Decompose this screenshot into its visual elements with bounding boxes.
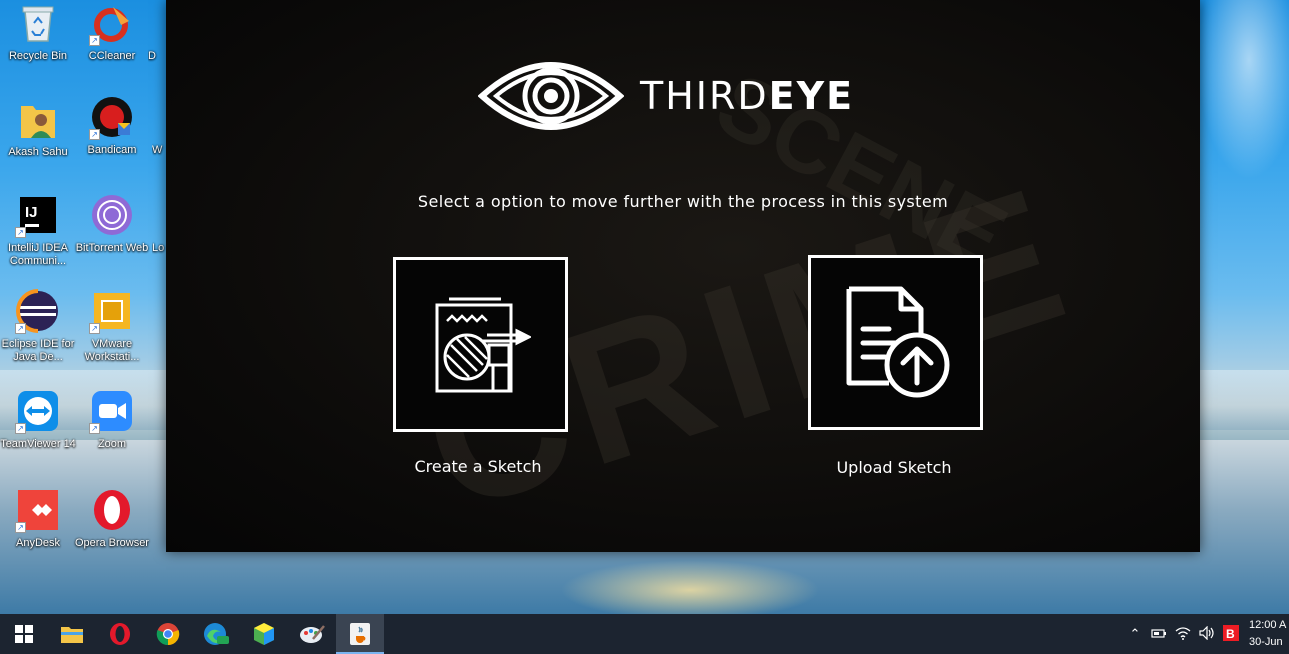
- taskbar-opera[interactable]: [96, 614, 144, 654]
- clock-date: 30-Jun: [1249, 636, 1283, 648]
- app-icon: [152, 94, 166, 144]
- document-upload-icon: [846, 286, 949, 397]
- taskbar-edge[interactable]: [192, 614, 240, 654]
- anydesk-icon: ↗: [15, 487, 61, 533]
- desktop-icon-w[interactable]: W: [152, 94, 166, 157]
- desktop-icon-label: D: [148, 50, 156, 62]
- desktop-icon-label: TeamViewer 14: [0, 438, 76, 450]
- instruction-text: Select a option to move further with the…: [417, 192, 949, 211]
- app-brand-name: THIRDEYE: [640, 74, 854, 118]
- java-app-icon: [350, 623, 370, 645]
- teamviewer-icon: ↗: [15, 388, 61, 434]
- upload-sketch-label[interactable]: Upload Sketch: [794, 458, 994, 477]
- desktop-icon-bandicam[interactable]: ↗ Bandicam: [74, 94, 150, 157]
- opera-icon: [89, 487, 135, 533]
- chrome-icon: [156, 623, 180, 646]
- desktop-icon-label: IntelliJ IDEA Communi...: [8, 242, 68, 267]
- desktop-wallpaper-glow: [560, 560, 820, 620]
- create-sketch-button[interactable]: [393, 257, 568, 432]
- taskbar: ⌃ B 12:00 A 30-Jun: [0, 614, 1289, 654]
- desktop-icon-label: W: [152, 144, 163, 156]
- brand-light-text: THIRD: [640, 74, 769, 118]
- taskbar-file-explorer[interactable]: [48, 614, 96, 654]
- desktop-wallpaper-clouds: [1189, 0, 1289, 200]
- taskbar-app-cube[interactable]: [240, 614, 288, 654]
- folder-icon: [148, 0, 166, 50]
- opera-icon: [110, 623, 130, 645]
- desktop-icon-label: BitTorrent Web: [75, 242, 149, 254]
- desktop-icon-vmware[interactable]: ↗ VMware Workstati...: [74, 288, 150, 364]
- svg-text:B: B: [1226, 627, 1235, 641]
- user-folder-icon: [15, 96, 61, 142]
- svg-text:IJ: IJ: [25, 204, 38, 221]
- thirdeye-app-window: CRIME SCENE THIRDEYE Select a option to …: [166, 0, 1200, 552]
- app-icon: [152, 192, 166, 242]
- eye-logo-icon: [478, 62, 624, 130]
- desktop-icon-zoom[interactable]: ↗ Zoom: [74, 388, 150, 451]
- bitdefender-icon[interactable]: B: [1219, 624, 1243, 645]
- start-icon: [15, 625, 33, 643]
- eclipse-icon: ↗: [15, 288, 61, 334]
- file-explorer-icon: [61, 627, 83, 643]
- battery-icon[interactable]: [1147, 627, 1171, 642]
- desktop-icon-d[interactable]: D: [148, 0, 166, 63]
- start-button[interactable]: [0, 614, 48, 654]
- taskbar-chrome[interactable]: [144, 614, 192, 654]
- volume-icon[interactable]: [1195, 625, 1219, 643]
- desktop-icon-label: Akash Sahu: [8, 146, 68, 158]
- taskbar-paint[interactable]: [288, 614, 336, 654]
- desktop-icon-ccleaner[interactable]: ↗ CCleaner: [74, 0, 150, 63]
- desktop-icon-label: Recycle Bin: [8, 50, 68, 62]
- desktop-icon-intellij[interactable]: IJ ↗ IntelliJ IDEA Communi...: [0, 192, 76, 268]
- wifi-icon[interactable]: [1171, 626, 1195, 643]
- taskbar-java-app[interactable]: [336, 614, 384, 654]
- app-cube-icon: [254, 623, 274, 645]
- brand-bold-text: EYE: [768, 74, 855, 118]
- desktop-icon-eclipse[interactable]: ↗ Eclipse IDE for Java De...: [0, 288, 76, 364]
- desktop-icon-akash-sahu[interactable]: Akash Sahu: [0, 96, 76, 159]
- desktop-icon-anydesk[interactable]: ↗ AnyDesk: [0, 487, 76, 550]
- desktop-icon-label: Bandicam: [87, 144, 137, 156]
- desktop-icon-opera[interactable]: Opera Browser: [74, 487, 150, 550]
- paint-icon: [300, 625, 325, 643]
- zoom-icon: ↗: [89, 388, 135, 434]
- chevron-up-icon[interactable]: ⌃: [1123, 626, 1147, 642]
- recycle-bin-icon: [15, 0, 61, 46]
- desktop-icon-label: Lo: [152, 242, 165, 254]
- desktop-icon-bittorrent[interactable]: BitTorrent Web: [74, 192, 150, 255]
- create-sketch-label[interactable]: Create a Sketch: [378, 457, 578, 476]
- desktop-icon-label: CCleaner: [88, 50, 136, 62]
- ccleaner-icon: ↗: [89, 0, 135, 46]
- intellij-icon: IJ ↗: [15, 192, 61, 238]
- desktop-icon-label: Opera Browser: [75, 537, 149, 549]
- edge-icon: [204, 623, 229, 645]
- desktop-icon-label: Zoom: [97, 438, 127, 450]
- clock-time: 12:00 A: [1249, 619, 1287, 631]
- desktop-icon-teamviewer[interactable]: ↗ TeamViewer 14: [0, 388, 76, 451]
- desktop-icon-label: VMware Workstati...: [84, 338, 140, 363]
- bittorrent-icon: [89, 192, 135, 238]
- vmware-icon: ↗: [89, 288, 135, 334]
- thirdeye-logo: THIRDEYE: [478, 52, 854, 140]
- desktop-icon-lo[interactable]: Lo: [152, 192, 166, 255]
- system-tray: ⌃ B 12:00 A 30-Jun: [1123, 614, 1289, 654]
- desktop-icon-label: AnyDesk: [15, 537, 61, 549]
- bandicam-icon: ↗: [89, 94, 135, 140]
- upload-sketch-button[interactable]: [808, 255, 983, 430]
- desktop-icon-recycle-bin[interactable]: Recycle Bin: [0, 0, 76, 63]
- desktop-icon-label: Eclipse IDE for Java De...: [1, 338, 75, 363]
- system-clock[interactable]: 12:00 A 30-Jun: [1249, 617, 1289, 651]
- sketch-drawing-icon: [435, 297, 531, 392]
